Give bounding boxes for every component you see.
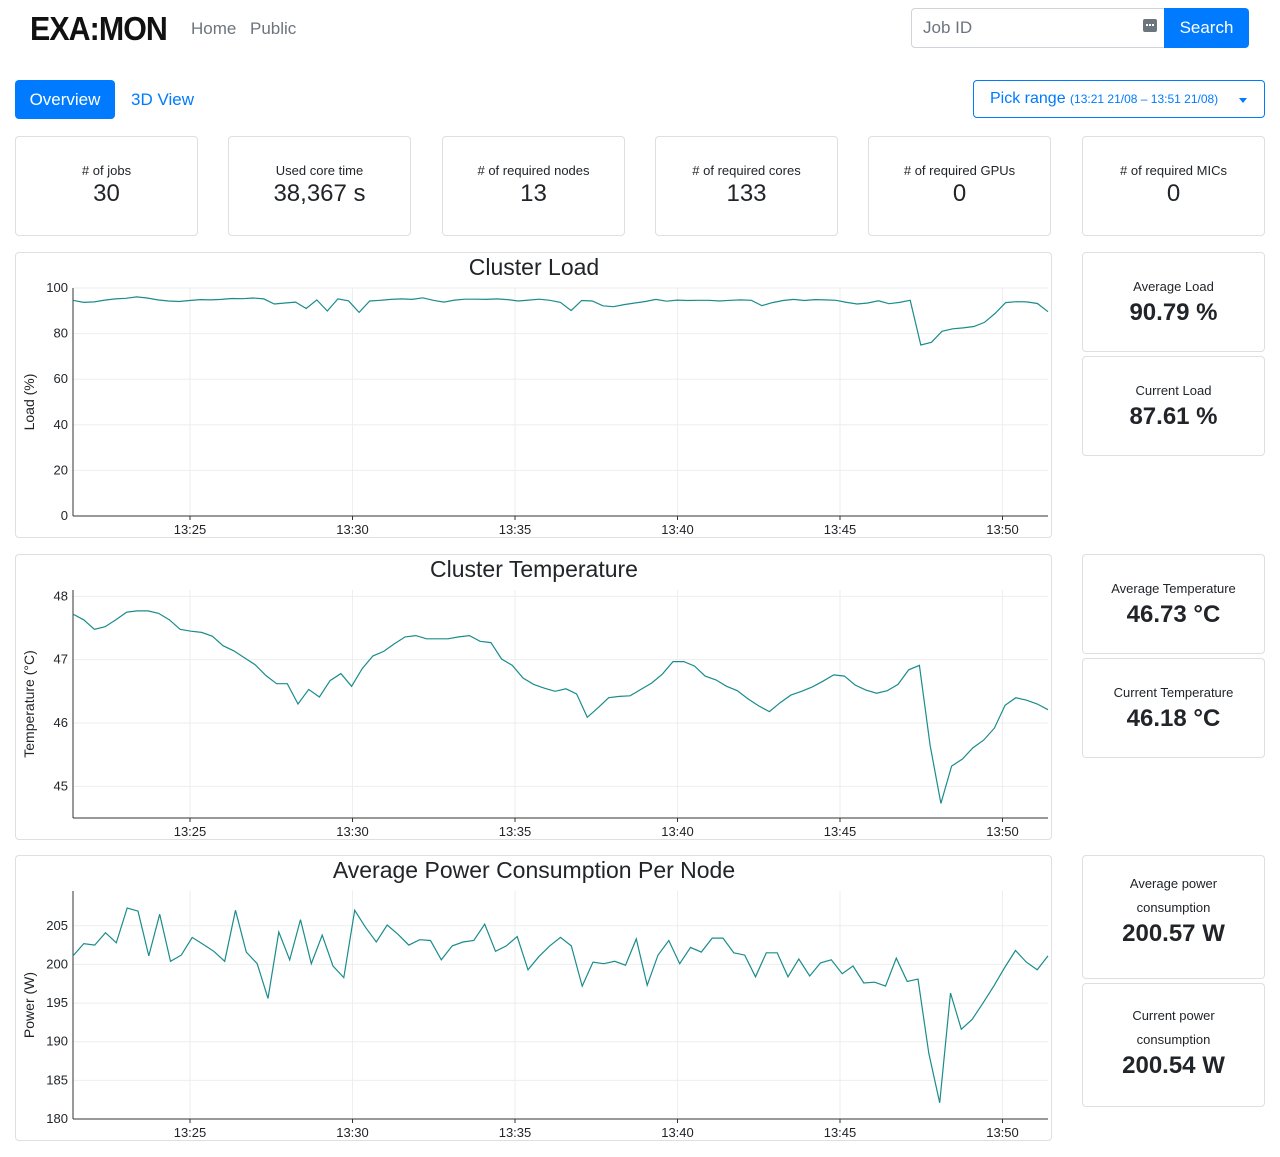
- pick-range-value: (13:21 21/08 – 13:51 21/08): [1070, 92, 1219, 106]
- tab-overview[interactable]: Overview: [15, 80, 115, 119]
- y-tick-label: 180: [46, 1111, 68, 1126]
- average-power-card: Average power consumption 200.57 W: [1082, 855, 1265, 979]
- y-tick-label: 48: [54, 588, 68, 603]
- x-tick-label: 13:25: [174, 1125, 207, 1140]
- side-value: 200.54 W: [1122, 1052, 1225, 1079]
- y-tick-label: 190: [46, 1034, 68, 1049]
- y-tick-label: 46: [54, 715, 68, 730]
- side-value: 90.79 %: [1129, 299, 1218, 326]
- pick-range-dropdown[interactable]: Pick range (13:21 21/08 – 13:51 21/08): [973, 80, 1265, 118]
- stat-card-core-time: Used core time 38,367 s: [228, 136, 411, 236]
- average-temperature-card: Average Temperature 46.73 °C: [1082, 554, 1265, 654]
- y-axis-label: Temperature (°C): [21, 650, 37, 758]
- stat-value: 13: [520, 180, 547, 207]
- side-label: Average power consumption: [1129, 876, 1218, 915]
- caret-down-icon: [1239, 98, 1247, 103]
- x-tick-label: 13:35: [499, 824, 532, 839]
- cluster-temperature-chart: Cluster Temperature 45 46 47 48 13:25 13:30 13:…: [21, 556, 1049, 839]
- y-tick-label: 47: [54, 652, 68, 667]
- stat-value: 133: [726, 180, 767, 207]
- side-label: Average Temperature: [1111, 581, 1236, 596]
- cluster-load-card: Cluster Load 0 20 40 60 80 100 13:25 13:30 13:35 1…: [15, 252, 1052, 538]
- x-tick-label: 13:40: [661, 824, 694, 839]
- side-value: 87.61 %: [1129, 403, 1218, 430]
- power-consumption-card: Average Power Consumption Per Node 180 185…: [15, 855, 1052, 1141]
- series-line: [72, 610, 1049, 804]
- average-load-card: Average Load 90.79 %: [1082, 252, 1265, 352]
- y-tick-label: 60: [54, 371, 68, 386]
- series-line: [72, 296, 1049, 346]
- stat-value: 38,367 s: [273, 180, 366, 207]
- y-tick-label: 205: [46, 918, 68, 933]
- navbar: EXA:MON Home Public Search: [0, 0, 1280, 56]
- stat-card-mics: # of required MICs 0: [1082, 136, 1265, 236]
- keyboard-icon: [1143, 19, 1157, 32]
- cluster-temperature-card: Cluster Temperature 45 46 47 48 13:25 13:30 13:…: [15, 554, 1052, 840]
- stat-card-gpus: # of required GPUs 0: [868, 136, 1051, 236]
- chart-title: Cluster Temperature: [430, 556, 638, 582]
- x-tick-label: 13:30: [336, 1125, 369, 1140]
- y-tick-label: 100: [46, 280, 68, 295]
- current-temperature-card: Current Temperature 46.18 °C: [1082, 658, 1265, 758]
- y-tick-label: 20: [54, 462, 68, 477]
- chart-title: Average Power Consumption Per Node: [333, 857, 735, 883]
- x-tick-label: 13:45: [824, 522, 857, 537]
- side-label: Current Load: [1135, 383, 1212, 398]
- nav-home-link[interactable]: Home: [191, 19, 236, 39]
- y-tick-label: 40: [54, 417, 68, 432]
- stat-label: # of jobs: [81, 163, 132, 178]
- x-tick-label: 13:50: [986, 522, 1019, 537]
- stat-value: 30: [93, 180, 120, 207]
- y-axis-label: Load (%): [21, 374, 37, 431]
- y-tick-label: 200: [46, 956, 68, 971]
- x-tick-label: 13:40: [661, 1125, 694, 1140]
- current-load-card: Current Load 87.61 %: [1082, 356, 1265, 456]
- x-tick-label: 13:45: [824, 824, 857, 839]
- nav-public-link[interactable]: Public: [250, 19, 296, 39]
- power-consumption-chart: Average Power Consumption Per Node 180 185…: [21, 857, 1049, 1140]
- side-value: 46.73 °C: [1126, 601, 1221, 628]
- x-tick-label: 13:25: [174, 522, 207, 537]
- y-tick-label: 0: [61, 508, 68, 523]
- side-label: Current power consumption: [1132, 1008, 1215, 1047]
- stat-label: # of required GPUs: [903, 163, 1016, 178]
- x-tick-label: 13:30: [336, 522, 369, 537]
- stat-label: # of required nodes: [477, 163, 590, 178]
- x-tick-label: 13:50: [986, 824, 1019, 839]
- examon-logo[interactable]: EXA:MON: [30, 10, 168, 48]
- stat-label: # of required MICs: [1120, 163, 1227, 178]
- x-tick-label: 13:30: [336, 824, 369, 839]
- stat-card-cores: # of required cores 133: [655, 136, 838, 236]
- side-value: 46.18 °C: [1126, 705, 1221, 732]
- pick-range-label: Pick range: [990, 90, 1066, 107]
- y-tick-label: 195: [46, 995, 68, 1010]
- y-axis-label: Power (W): [21, 972, 37, 1038]
- search-button[interactable]: Search: [1164, 8, 1249, 48]
- stat-label: Used core time: [275, 163, 364, 178]
- stat-value: 0: [1166, 180, 1181, 207]
- x-tick-label: 13:35: [499, 1125, 532, 1140]
- side-label: Current Temperature: [1113, 685, 1234, 700]
- x-tick-label: 13:25: [174, 824, 207, 839]
- job-id-input[interactable]: [911, 8, 1165, 48]
- stat-label: # of required cores: [692, 163, 801, 178]
- chart-title: Cluster Load: [469, 254, 599, 280]
- series-line: [72, 907, 1049, 1103]
- tab-3d-view[interactable]: 3D View: [131, 90, 194, 110]
- y-tick-label: 45: [54, 778, 68, 793]
- x-tick-label: 13:40: [661, 522, 694, 537]
- x-tick-label: 13:35: [499, 522, 532, 537]
- stat-card-nodes: # of required nodes 13: [442, 136, 625, 236]
- x-tick-label: 13:45: [824, 1125, 857, 1140]
- stat-value: 0: [952, 180, 967, 207]
- y-tick-label: 80: [54, 326, 68, 341]
- y-tick-label: 185: [46, 1072, 68, 1087]
- current-power-card: Current power consumption 200.54 W: [1082, 983, 1265, 1107]
- side-value: 200.57 W: [1122, 920, 1225, 947]
- x-tick-label: 13:50: [986, 1125, 1019, 1140]
- cluster-load-chart: Cluster Load 0 20 40 60 80 100 13:25 13:30 13:35 1…: [21, 254, 1049, 537]
- side-label: Average Load: [1133, 279, 1214, 294]
- stat-card-jobs: # of jobs 30: [15, 136, 198, 236]
